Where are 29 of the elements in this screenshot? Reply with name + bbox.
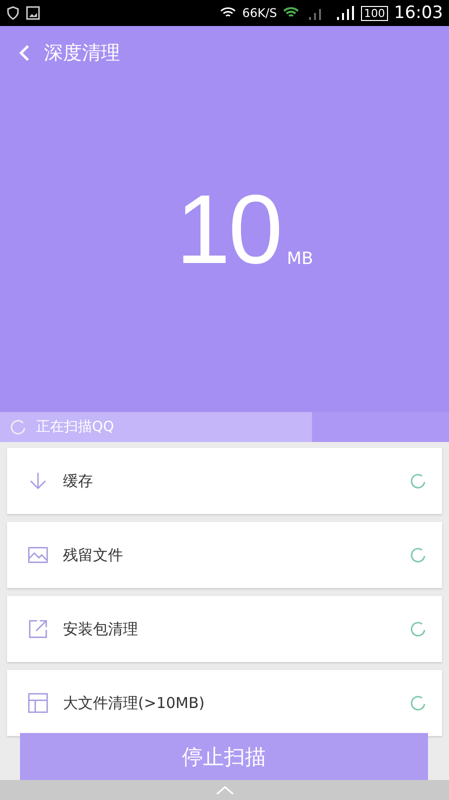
spinner-icon bbox=[10, 419, 26, 435]
item-label: 安装包清理 bbox=[63, 620, 139, 638]
scan-size: 10 bbox=[176, 190, 281, 268]
spinner-icon bbox=[410, 473, 426, 489]
clock: 16:03 bbox=[394, 3, 443, 23]
scan-item[interactable]: 大文件清理(>10MB) bbox=[7, 670, 442, 736]
wifi-icon bbox=[283, 7, 299, 19]
spinner-icon bbox=[410, 621, 426, 637]
item-label: 残留文件 bbox=[63, 546, 124, 564]
export-icon bbox=[27, 618, 49, 640]
back-icon[interactable] bbox=[18, 44, 30, 62]
item-label: 缓存 bbox=[63, 472, 94, 490]
network-speed: 66K/S bbox=[242, 6, 277, 20]
battery-level: 100 bbox=[361, 6, 388, 20]
shield-icon bbox=[6, 6, 20, 20]
image-icon bbox=[27, 544, 49, 566]
scan-item[interactable]: 缓存 bbox=[7, 448, 442, 514]
item-label: 大文件清理(>10MB) bbox=[63, 694, 206, 712]
image-icon bbox=[26, 6, 40, 20]
chevron-up-icon[interactable] bbox=[216, 785, 234, 795]
wifi-icon bbox=[220, 7, 236, 19]
scan-item[interactable]: 安装包清理 bbox=[7, 596, 442, 662]
scan-item[interactable]: 残留文件 bbox=[7, 522, 442, 588]
size-unit: MB bbox=[286, 251, 314, 268]
spinner-icon bbox=[410, 547, 426, 563]
spinner-icon bbox=[410, 695, 426, 711]
scan-status: 正在扫描QQ bbox=[36, 418, 114, 436]
page-title: 深度清理 bbox=[44, 41, 120, 66]
table-icon bbox=[27, 692, 49, 714]
